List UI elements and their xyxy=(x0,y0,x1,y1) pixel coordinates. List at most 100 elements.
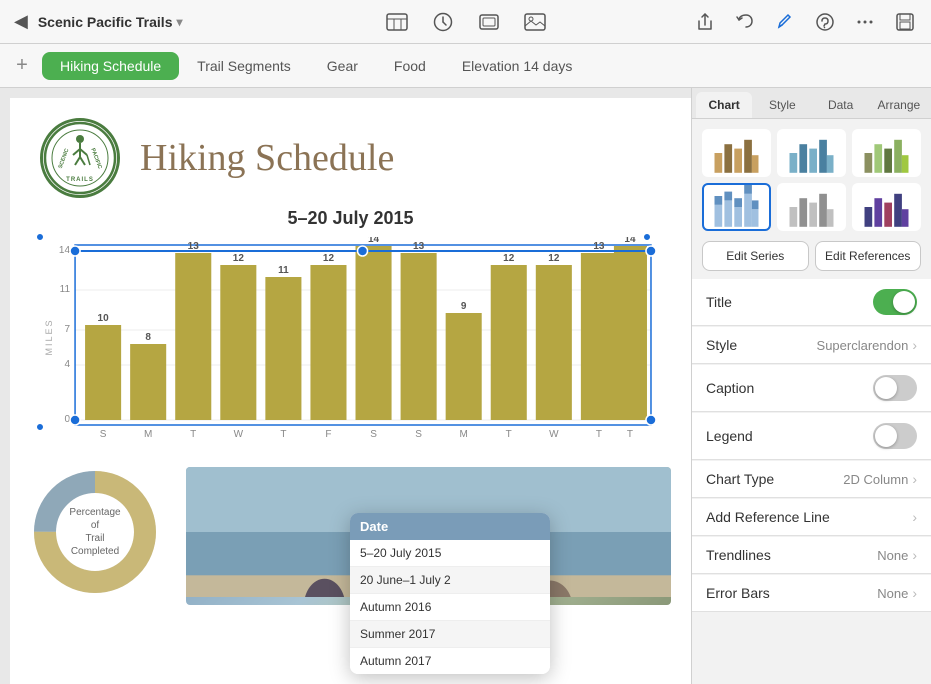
svg-text:M: M xyxy=(460,429,468,440)
slide[interactable]: TRAILS SCENIC PACIFIC Hiking Schedule 5–… xyxy=(10,98,691,684)
svg-text:4: 4 xyxy=(64,359,70,370)
chart-title: 5–20 July 2015 xyxy=(40,208,661,229)
tab-trail-segments[interactable]: Trail Segments xyxy=(179,52,309,80)
prop-style-value: Superclarendon › xyxy=(817,337,917,353)
svg-text:T: T xyxy=(190,429,196,440)
top-toolbar: ◀ Scenic Pacific Trails ▾ xyxy=(0,0,931,44)
panel-tab-arrange[interactable]: Arrange xyxy=(871,92,927,118)
chart-type-chevron-icon: › xyxy=(912,471,917,487)
svg-text:12: 12 xyxy=(548,253,560,264)
chart-wrap: 14 11 7 4 0 MILES xyxy=(40,237,661,457)
layers-icon[interactable] xyxy=(473,6,505,38)
svg-text:11: 11 xyxy=(278,265,289,276)
app-title: Scenic Pacific Trails ▾ xyxy=(38,14,183,30)
image-icon[interactable] xyxy=(519,6,551,38)
chart-thumbs xyxy=(692,119,931,237)
legend-toggle[interactable] xyxy=(873,423,917,449)
slide-header: TRAILS SCENIC PACIFIC Hiking Schedule xyxy=(10,98,691,208)
pencil-icon[interactable] xyxy=(769,6,801,38)
tab-food[interactable]: Food xyxy=(376,52,444,80)
svg-text:12: 12 xyxy=(323,253,335,264)
svg-text:8: 8 xyxy=(145,332,151,343)
chart-container[interactable]: 5–20 July 2015 14 11 7 4 0 MILES xyxy=(40,208,661,457)
svg-text:T: T xyxy=(627,429,633,440)
panel-tabs: Chart Style Data Arrange xyxy=(692,88,931,119)
undo-icon[interactable] xyxy=(729,6,761,38)
donut-section: PercentageofTrailCompleted xyxy=(30,467,170,605)
svg-text:T: T xyxy=(506,429,512,440)
date-row-4[interactable]: Summer 2017 xyxy=(350,621,550,648)
prop-chart-type-value: 2D Column › xyxy=(843,471,917,487)
svg-text:M: M xyxy=(144,429,152,440)
dropdown-icon[interactable]: ▾ xyxy=(176,15,182,29)
back-button[interactable]: ◀ xyxy=(10,9,32,34)
svg-text:14: 14 xyxy=(368,237,380,245)
prop-caption-label: Caption xyxy=(706,380,873,396)
chart-type-dark[interactable] xyxy=(852,183,921,231)
date-row-5[interactable]: Autumn 2017 xyxy=(350,648,550,674)
svg-text:12: 12 xyxy=(503,253,515,264)
selection-handle-tl[interactable] xyxy=(36,233,44,241)
svg-text:TRAILS: TRAILS xyxy=(66,177,94,183)
svg-text:T: T xyxy=(596,429,602,440)
edit-references-button[interactable]: Edit References xyxy=(815,241,922,271)
chart-type-blue-stacked[interactable] xyxy=(702,183,771,231)
chart-type-mixed[interactable] xyxy=(852,129,921,177)
panel-tab-chart[interactable]: Chart xyxy=(696,92,752,118)
chart-svg: 14 11 7 4 0 MILES xyxy=(40,237,661,457)
toolbar-center xyxy=(381,6,551,38)
prop-title: Title xyxy=(692,279,931,326)
panel-tab-style[interactable]: Style xyxy=(754,92,810,118)
prop-trendlines[interactable]: Trendlines None › xyxy=(692,537,931,574)
svg-text:F: F xyxy=(325,429,331,440)
title-toggle[interactable] xyxy=(873,289,917,315)
prop-legend: Legend xyxy=(692,413,931,460)
tab-hiking-schedule[interactable]: Hiking Schedule xyxy=(42,52,179,80)
table-icon[interactable] xyxy=(381,6,413,38)
svg-text:9: 9 xyxy=(461,301,467,312)
prop-reference-chevron: › xyxy=(912,509,917,525)
right-panel: Chart Style Data Arrange xyxy=(691,88,931,684)
chart-type-gray[interactable] xyxy=(777,183,846,231)
date-popup[interactable]: Date 5–20 July 2015 20 June–1 July 2 Aut… xyxy=(350,513,550,674)
prop-title-label: Title xyxy=(706,294,873,310)
edit-buttons: Edit Series Edit References xyxy=(692,237,931,279)
svg-text:11: 11 xyxy=(60,284,71,295)
panel-tab-data[interactable]: Data xyxy=(813,92,869,118)
caption-toggle[interactable] xyxy=(873,375,917,401)
tab-elevation[interactable]: Elevation 14 days xyxy=(444,52,591,80)
prop-error-bars[interactable]: Error Bars None › xyxy=(692,575,931,612)
more-icon[interactable] xyxy=(849,6,881,38)
prop-chart-type-label: Chart Type xyxy=(706,471,843,487)
date-row-2[interactable]: 20 June–1 July 2 xyxy=(350,567,550,594)
svg-text:7: 7 xyxy=(64,324,70,335)
selection-handle-tr[interactable] xyxy=(643,233,651,241)
prop-style[interactable]: Style Superclarendon › xyxy=(692,327,931,364)
tab-gear[interactable]: Gear xyxy=(309,52,376,80)
canvas: TRAILS SCENIC PACIFIC Hiking Schedule 5–… xyxy=(0,88,691,684)
main-area: TRAILS SCENIC PACIFIC Hiking Schedule 5–… xyxy=(0,88,931,684)
prop-chart-type[interactable]: Chart Type 2D Column › xyxy=(692,461,931,498)
prop-add-reference-line[interactable]: Add Reference Line › xyxy=(692,499,931,536)
date-row-1[interactable]: 5–20 July 2015 xyxy=(350,540,550,567)
selection-handle-bl[interactable] xyxy=(36,423,44,431)
chart-type-cool[interactable] xyxy=(777,129,846,177)
edit-series-button[interactable]: Edit Series xyxy=(702,241,809,271)
date-row-3[interactable]: Autumn 2016 xyxy=(350,594,550,621)
svg-text:W: W xyxy=(234,429,244,440)
comment-icon[interactable] xyxy=(809,6,841,38)
share-icon[interactable] xyxy=(689,6,721,38)
tab-bar: + Hiking Schedule Trail Segments Gear Fo… xyxy=(0,44,931,88)
toolbar-right xyxy=(559,6,922,38)
chart-type-warm[interactable] xyxy=(702,129,771,177)
logo: TRAILS SCENIC PACIFIC xyxy=(40,118,120,198)
prop-error-bars-label: Error Bars xyxy=(706,585,877,601)
svg-text:MILES: MILES xyxy=(44,318,54,355)
svg-text:S: S xyxy=(100,429,107,440)
slide-title: Hiking Schedule xyxy=(140,136,394,180)
add-tab-button[interactable]: + xyxy=(8,52,36,80)
save-icon[interactable] xyxy=(889,6,921,38)
prop-error-bars-value: None › xyxy=(877,585,917,601)
clock-icon[interactable] xyxy=(427,6,459,38)
svg-text:14: 14 xyxy=(624,237,636,245)
